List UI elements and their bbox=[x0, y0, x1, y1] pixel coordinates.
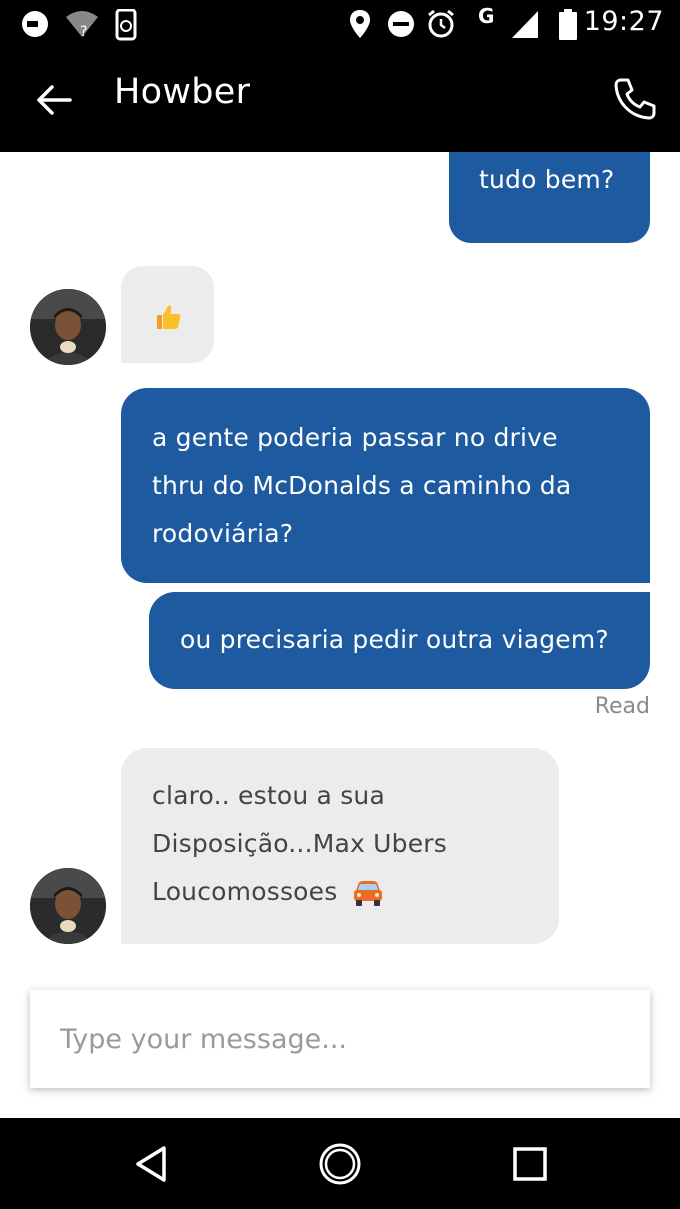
message-text-line: rodoviária? bbox=[152, 519, 294, 548]
nav-recents-button[interactable] bbox=[508, 1142, 552, 1186]
message-input[interactable] bbox=[30, 990, 650, 1088]
battery-icon bbox=[559, 9, 577, 40]
message-text-line: Disposição...Max Ubers bbox=[152, 829, 448, 858]
message-text: ou precisaria pedir outra viagem? bbox=[180, 625, 609, 654]
read-receipt: Read bbox=[594, 694, 650, 719]
system-nav-bar bbox=[0, 1118, 680, 1209]
nav-back-icon bbox=[136, 1146, 166, 1182]
driver-photo-icon bbox=[30, 289, 106, 365]
driver-photo-icon bbox=[30, 868, 106, 944]
avatar bbox=[30, 868, 106, 944]
message-text-line: claro.. estou a sua bbox=[152, 781, 385, 810]
message-bubble-outgoing[interactable]: a gente poderia passar no drive thru do … bbox=[121, 388, 650, 583]
clock: 19:27 bbox=[583, 6, 664, 37]
message-bubble-incoming[interactable]: claro.. estou a sua Disposição...Max Ube… bbox=[121, 748, 559, 944]
avatar bbox=[30, 289, 106, 365]
app-bar: Howber bbox=[0, 48, 680, 152]
message-bubble-outgoing[interactable]: ou precisaria pedir outra viagem? bbox=[149, 592, 650, 689]
cell-signal-icon bbox=[512, 11, 538, 38]
chat-title: Howber bbox=[114, 72, 251, 112]
message-text-line: a gente poderia passar no drive bbox=[152, 423, 558, 452]
nav-home-icon bbox=[319, 1143, 361, 1185]
nav-back-button[interactable] bbox=[130, 1142, 174, 1186]
message-text: tudo bem? bbox=[479, 165, 615, 194]
call-button[interactable] bbox=[612, 76, 658, 122]
chat-thread: tudo bem? a gente poderia passar no driv… bbox=[0, 152, 680, 967]
phone-sync-icon bbox=[115, 9, 137, 41]
message-text-line: Loucomossoes bbox=[152, 868, 539, 916]
wifi-question-icon: ? bbox=[66, 11, 98, 39]
car-emoji bbox=[353, 881, 382, 906]
back-button[interactable] bbox=[32, 78, 76, 122]
nav-home-button[interactable] bbox=[318, 1142, 362, 1186]
nav-recents-icon bbox=[513, 1147, 547, 1181]
network-type-label: G bbox=[478, 4, 495, 28]
message-bubble-outgoing[interactable]: tudo bem? bbox=[449, 152, 650, 243]
location-icon bbox=[350, 10, 370, 38]
alarm-icon bbox=[428, 9, 454, 38]
back-arrow-icon bbox=[37, 85, 72, 115]
message-composer bbox=[30, 990, 650, 1088]
svg-text:?: ? bbox=[80, 24, 87, 39]
status-bar: ? G 19:27 bbox=[0, 0, 680, 48]
message-text-line: thru do McDonalds a caminho da bbox=[152, 471, 572, 500]
do-not-disturb-icon bbox=[388, 11, 414, 37]
thumbs-up-emoji bbox=[157, 305, 181, 329]
uber-notification-icon bbox=[22, 11, 48, 37]
message-text-line-text: Loucomossoes bbox=[152, 877, 338, 906]
phone-icon bbox=[614, 78, 656, 120]
message-bubble-incoming[interactable] bbox=[121, 266, 214, 363]
